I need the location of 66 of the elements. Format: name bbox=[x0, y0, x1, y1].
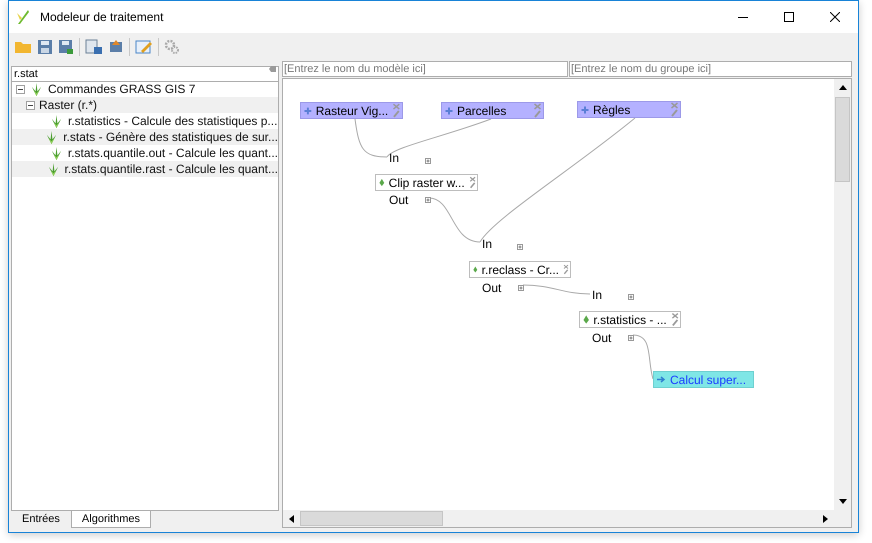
vertical-scrollbar[interactable] bbox=[834, 79, 851, 510]
right-arrow-icon[interactable] bbox=[823, 514, 828, 522]
model-node[interactable]: Parcelles bbox=[441, 102, 544, 119]
node-label: r.reclass - Cr... bbox=[482, 262, 559, 278]
save-icon[interactable] bbox=[37, 39, 53, 55]
model-node[interactable]: Clip raster w... bbox=[375, 174, 478, 191]
expand-icon[interactable] bbox=[518, 285, 524, 291]
tree-item[interactable]: r.stats.quantile.out - Calcule les quant... bbox=[68, 144, 278, 162]
edit-icon[interactable] bbox=[135, 39, 153, 55]
tree-item[interactable]: Commandes GRASS GIS 7 bbox=[48, 80, 196, 98]
model-node[interactable]: r.reclass - Cr... bbox=[469, 261, 571, 278]
node-label: Calcul super... bbox=[670, 372, 746, 388]
leaf-icon bbox=[583, 315, 590, 324]
connector-line bbox=[522, 284, 590, 294]
port-label: Out bbox=[389, 193, 408, 207]
port-label: Out bbox=[482, 281, 502, 295]
collapse-icon[interactable] bbox=[16, 84, 25, 94]
clear-icon[interactable] bbox=[269, 66, 276, 72]
horizontal-scrollbar[interactable] bbox=[283, 510, 851, 527]
close-icon bbox=[830, 12, 840, 22]
leaf-icon bbox=[473, 265, 478, 274]
expand-icon[interactable] bbox=[517, 244, 523, 250]
up-arrow-icon[interactable] bbox=[838, 85, 846, 90]
delete-edit-icon[interactable] bbox=[563, 262, 569, 277]
window-title: Modeleur de traitement bbox=[40, 9, 164, 26]
search-field[interactable]: r.stat bbox=[11, 66, 279, 82]
plus-icon bbox=[581, 106, 589, 114]
model-name-field[interactable]: [Entrez le nom du modèle ici] bbox=[282, 61, 568, 77]
arrow-icon bbox=[657, 376, 666, 383]
port-label: In bbox=[592, 288, 602, 302]
model-node[interactable]: r.statistics - ... bbox=[579, 311, 681, 328]
port-label: Out bbox=[592, 331, 612, 345]
model-node[interactable]: Rasteur Vig... bbox=[300, 102, 403, 119]
tab[interactable]: Algorithmes bbox=[70, 511, 151, 528]
left-arrow-icon[interactable] bbox=[289, 514, 294, 522]
model-node[interactable]: Calcul super... bbox=[653, 371, 754, 388]
collapse-icon[interactable] bbox=[26, 100, 35, 110]
delete-edit-icon[interactable] bbox=[468, 175, 476, 190]
expand-icon[interactable] bbox=[628, 294, 634, 300]
plus-icon bbox=[445, 106, 453, 114]
node-label: Clip raster w... bbox=[388, 174, 465, 192]
brush-logo-icon bbox=[15, 9, 31, 25]
node-label: Rasteur Vig... bbox=[316, 102, 388, 120]
connector-line bbox=[632, 334, 654, 380]
export-icon[interactable] bbox=[108, 39, 124, 55]
model-node[interactable]: Règles bbox=[577, 101, 681, 118]
scrollbar-thumb[interactable] bbox=[835, 97, 850, 182]
group-name-field[interactable]: [Entrez le nom du groupe ici] bbox=[569, 61, 852, 77]
maximize-icon bbox=[784, 12, 794, 22]
scrollbar-thumb[interactable] bbox=[300, 511, 443, 526]
expand-icon[interactable] bbox=[425, 158, 431, 164]
export-image-icon[interactable] bbox=[85, 39, 103, 55]
gears-icon[interactable] bbox=[164, 39, 180, 55]
expand-icon[interactable] bbox=[425, 197, 431, 203]
port-label: In bbox=[482, 237, 492, 251]
tree-item[interactable]: r.statistics - Calcule des statistiques p... bbox=[68, 112, 278, 130]
save-as-icon[interactable] bbox=[58, 39, 74, 55]
node-label: Parcelles bbox=[457, 102, 506, 120]
leaf-icon bbox=[379, 178, 385, 187]
node-label: r.statistics - ... bbox=[593, 312, 667, 328]
port-label: In bbox=[389, 151, 400, 165]
delete-edit-icon[interactable] bbox=[670, 312, 679, 327]
node-label: Règles bbox=[593, 102, 630, 118]
down-arrow-icon[interactable] bbox=[838, 499, 846, 504]
plus-icon bbox=[304, 106, 312, 114]
expand-icon[interactable] bbox=[628, 335, 634, 341]
